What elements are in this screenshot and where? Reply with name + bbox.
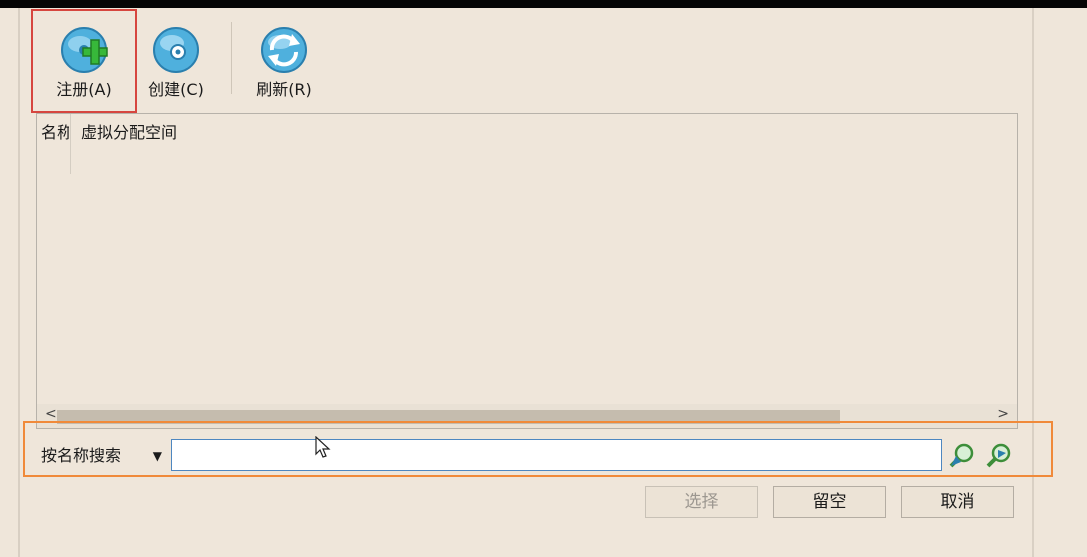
refresh-button[interactable]: 刷新(R) — [243, 16, 325, 108]
refresh-icon — [261, 27, 307, 73]
create-disk-icon — [153, 27, 199, 73]
create-button[interactable]: 创建(C) — [138, 16, 214, 108]
column-header-virtual-size[interactable]: 虚拟分配空间 — [81, 119, 177, 143]
scroll-left-icon[interactable]: < — [45, 406, 57, 422]
leave-empty-button[interactable]: 留空 — [773, 486, 886, 518]
dialog-left-edge — [18, 8, 20, 557]
media-list[interactable]: 名称 虚拟分配空间 < > — [36, 113, 1018, 429]
refresh-label: 刷新(R) — [256, 80, 312, 99]
search-highlight-box — [23, 421, 1053, 477]
column-header-name[interactable]: 名称 — [41, 119, 69, 143]
register-highlight-box — [31, 9, 137, 113]
choose-button[interactable]: 选择 — [645, 486, 758, 518]
window-top-edge — [0, 0, 1087, 8]
scroll-right-icon[interactable]: > — [997, 406, 1009, 422]
toolbar-separator — [231, 22, 232, 94]
create-label: 创建(C) — [148, 80, 204, 99]
cancel-button[interactable]: 取消 — [901, 486, 1014, 518]
mouse-cursor-icon — [315, 436, 331, 458]
column-divider[interactable] — [70, 114, 71, 174]
